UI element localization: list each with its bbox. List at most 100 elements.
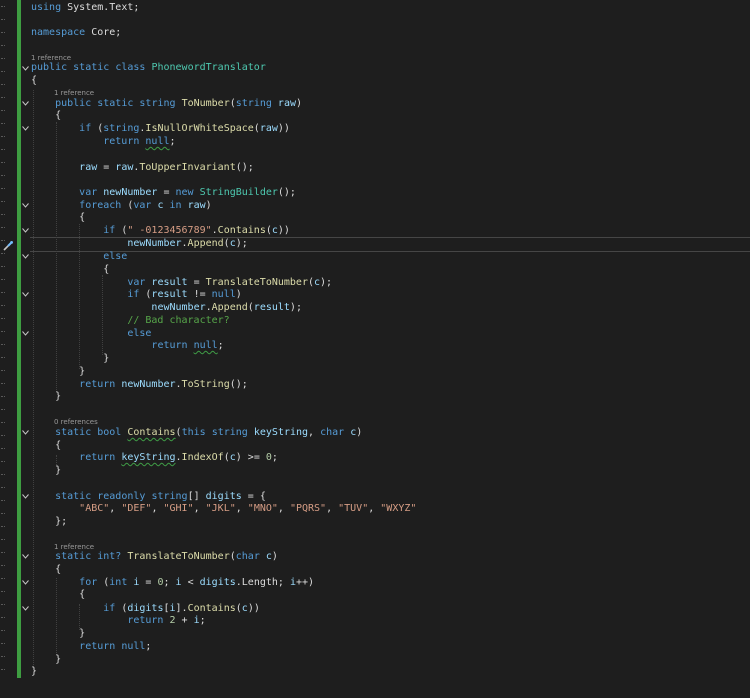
chevron-down-icon[interactable]	[22, 101, 29, 107]
gutter-tick	[1, 396, 5, 398]
code-line[interactable]: // Bad character?	[31, 314, 229, 327]
gutter-tick	[1, 292, 5, 294]
code-line[interactable]: var newNumber = new StringBuilder();	[31, 186, 296, 199]
gutter-tick	[1, 552, 5, 554]
code-line[interactable]: }	[31, 627, 85, 640]
chevron-down-icon[interactable]	[22, 203, 29, 209]
code-line[interactable]: public static class PhonewordTranslator	[31, 61, 266, 74]
gutter-tick	[1, 461, 5, 463]
gutter-tick	[1, 305, 5, 307]
chevron-down-icon[interactable]	[22, 228, 29, 234]
gutter-tick	[1, 19, 5, 21]
chevron-down-icon[interactable]	[22, 126, 29, 132]
code-line[interactable]: namespace Core;	[31, 26, 121, 39]
code-line[interactable]: }	[31, 365, 85, 378]
gutter-tick	[1, 162, 5, 164]
code-line[interactable]: if (string.IsNullOrWhiteSpace(raw))	[31, 122, 290, 135]
gutter-tick	[1, 487, 5, 489]
gutter-tick	[1, 604, 5, 606]
code-line[interactable]: newNumber.Append(result);	[31, 301, 302, 314]
code-line[interactable]: if (" -0123456789".Contains(c))	[31, 224, 290, 237]
gutter-tick	[1, 32, 5, 34]
code-line[interactable]: };	[31, 515, 67, 528]
gutter-tick	[1, 422, 5, 424]
gutter-tick	[1, 643, 5, 645]
chevron-down-icon[interactable]	[22, 580, 29, 586]
code-line[interactable]: return 2 + i;	[31, 614, 205, 627]
code-line[interactable]: return null;	[31, 640, 151, 653]
code-line[interactable]: {	[31, 263, 109, 276]
chevron-down-icon[interactable]	[22, 254, 29, 260]
gutter-tick	[1, 175, 5, 177]
gutter-tick	[1, 565, 5, 567]
code-line[interactable]: {	[31, 74, 37, 87]
gutter-tick	[1, 526, 5, 528]
gutter-tick	[1, 578, 5, 580]
gutter-tick	[1, 149, 5, 151]
gutter-tick	[1, 279, 5, 281]
code-line[interactable]: static int? TranslateToNumber(char c)	[31, 550, 278, 563]
code-line[interactable]: using System.Text;	[31, 1, 139, 14]
gutter-tick	[1, 58, 5, 60]
code-line[interactable]: if (result != null)	[31, 288, 241, 301]
gutter-tick	[1, 227, 5, 229]
gutter-tick	[1, 669, 5, 671]
gutter-tick	[1, 214, 5, 216]
code-line[interactable]: raw = raw.ToUpperInvariant();	[31, 161, 254, 174]
gutter-tick	[1, 318, 5, 320]
code-line[interactable]: }	[31, 390, 61, 403]
code-line[interactable]: {	[31, 563, 61, 576]
code-line[interactable]: return null;	[31, 135, 175, 148]
chevron-down-icon[interactable]	[22, 606, 29, 612]
gutter-tick	[1, 383, 5, 385]
gutter-tick	[1, 110, 5, 112]
gutter-tick	[1, 513, 5, 515]
code-line[interactable]: else	[31, 250, 127, 263]
code-line[interactable]: return keyString.IndexOf(c) >= 0;	[31, 451, 278, 464]
gutter-tick	[1, 123, 5, 125]
gutter-tick	[1, 474, 5, 476]
gutter-tick	[1, 266, 5, 268]
gutter-tick	[1, 539, 5, 541]
code-line[interactable]: {	[31, 211, 85, 224]
gutter-tick	[1, 136, 5, 138]
gutter-tick	[1, 591, 5, 593]
gutter-tick	[1, 84, 5, 86]
code-line[interactable]: return newNumber.ToString();	[31, 378, 248, 391]
gutter-tick	[1, 656, 5, 658]
gutter-tick	[1, 188, 5, 190]
code-line[interactable]: }	[31, 464, 61, 477]
gutter-tick	[1, 370, 5, 372]
code-line[interactable]: }	[31, 352, 109, 365]
gutter-tick	[1, 344, 5, 346]
code-line[interactable]: newNumber.Append(c);	[31, 237, 247, 250]
code-line[interactable]: return null;	[31, 339, 223, 352]
chevron-down-icon[interactable]	[22, 66, 29, 72]
chevron-down-icon[interactable]	[22, 430, 29, 436]
gutter-tick	[1, 435, 5, 437]
gutter-tick	[1, 617, 5, 619]
code-line[interactable]: "ABC", "DEF", "GHI", "JKL", "MNO", "PQRS…	[31, 502, 416, 515]
code-line[interactable]: {	[31, 109, 61, 122]
gutter-tick	[1, 6, 5, 8]
chevron-down-icon[interactable]	[22, 331, 29, 337]
code-line[interactable]: static bool Contains(this string keyStri…	[31, 426, 362, 439]
code-editor[interactable]: 1 reference 1 reference 0 references 1 r…	[0, 0, 750, 698]
chevron-down-icon[interactable]	[22, 292, 29, 298]
gutter-tick	[1, 357, 5, 359]
gutter-tick	[1, 71, 5, 73]
chevron-down-icon[interactable]	[22, 494, 29, 500]
gutter-tick	[1, 448, 5, 450]
gutter-tick	[1, 253, 5, 255]
gutter-tick	[1, 500, 5, 502]
code-line[interactable]: public static string ToNumber(string raw…	[31, 97, 302, 110]
gutter-tick	[1, 630, 5, 632]
code-line[interactable]: {	[31, 588, 85, 601]
gutter-tick	[1, 97, 5, 99]
chevron-down-icon[interactable]	[22, 554, 29, 560]
gutter-tick	[1, 331, 5, 333]
change-indicator-bar	[17, 0, 21, 678]
screwdriver-icon[interactable]	[2, 237, 14, 251]
code-line[interactable]: }	[31, 665, 37, 678]
gutter-tick	[1, 201, 5, 203]
